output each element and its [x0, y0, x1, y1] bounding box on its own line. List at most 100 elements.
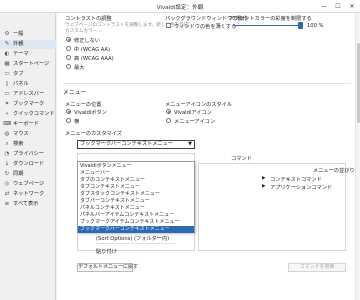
divider — [63, 83, 351, 84]
sidebar-item-quick-commands[interactable]: » クイックコマンド — [0, 110, 56, 119]
sidebar-item-label: 一般 — [13, 31, 24, 37]
dropdown-option[interactable]: タブバーコンテキストメニュー — [78, 198, 194, 205]
dim-window-checkbox[interactable] — [166, 23, 171, 28]
search-icon: ⌕ — [5, 141, 9, 147]
menu-position-horizontal-radio[interactable] — [66, 118, 71, 123]
tab-icon: ▭ — [4, 71, 10, 77]
sidebar-item-label: すべて表示 — [13, 201, 39, 207]
download-icon: ↓ — [4, 161, 10, 167]
tree-item[interactable]: アプリケーションコマンド — [270, 184, 332, 191]
sidebar-item-label: 検索 — [13, 141, 24, 147]
contrast-option-label: 高 (WCAG AAA) — [74, 56, 114, 62]
brush-icon: ✎ — [4, 41, 10, 47]
icon-style-menu-radio[interactable] — [166, 118, 171, 123]
chevron-down-icon: ▼ — [188, 141, 192, 147]
dropdown-option[interactable]: タブのコンテキストメニュー — [78, 177, 194, 184]
sidebar-item-general[interactable]: ⚙ 一般 — [0, 30, 56, 39]
sidebar-item-label: テーマ — [13, 51, 29, 57]
sidebar-item-panels[interactable]: ▯ パネル — [0, 80, 56, 89]
contrast-radio-aaa[interactable] — [66, 55, 71, 60]
sidebar-item-label: 外観 — [13, 41, 24, 47]
menu-separator — [96, 243, 176, 244]
menu-select-value: ブックマークバーコンテキストメニュー — [80, 141, 173, 147]
sidebar-item-start-page[interactable]: ▦ スタートページ — [0, 60, 56, 69]
menu-item[interactable]: 貼り付け — [96, 248, 117, 255]
contrast-description-2: カスタムカラー... — [65, 29, 102, 34]
slider-thumb[interactable] — [298, 22, 303, 29]
bookmark-icon: ✦ — [4, 101, 10, 107]
sidebar-item-bookmarks[interactable]: ✦ ブックマーク — [0, 100, 56, 109]
menu-position-label: 横 — [74, 119, 80, 125]
settings-content: コントラストの調整 ウェブページのコントラストを調整します。新しい色を作成 カス… — [57, 13, 360, 300]
address-bar-icon: ▭ — [4, 91, 10, 97]
command-tree-panel: メニューの並びり ▶ コンテキストコマンド ▶ アプリケーションコマンド — [198, 163, 355, 251]
sidebar-item-label: 同期 — [13, 171, 24, 177]
contrast-option-label: 中 (WCAG AA) — [74, 47, 111, 53]
sidebar-item-mouse[interactable]: ◍ マウス — [0, 130, 56, 139]
menu-select-dropdown: Vivaldiボタンメニュー メニューバー タブのコンテキストメニュー タブコン… — [77, 161, 195, 233]
dropdown-option[interactable]: パネルバーアイテムコンテキストメニュー — [78, 212, 194, 219]
icon-style-vivaldi-radio[interactable] — [166, 109, 171, 114]
reset-menu-button[interactable]: デフォルトメニューに戻す — [77, 263, 138, 272]
dropdown-option-selected[interactable]: ブックマークバーコンテキストメニュー — [78, 226, 194, 233]
sidebar-item-show-all[interactable]: ≡ すべて表示 — [0, 200, 56, 209]
sidebar-item-label: ブックマーク — [13, 101, 45, 107]
menu-customize-heading: メニューのカスタマイズ — [65, 131, 122, 137]
settings-sidebar: ⚙ 一般 ✎ 外観 ◐ テーマ ▦ スタートページ ▭ タブ ▯ パネル ▭ アドレスバー ✦… — [0, 13, 56, 300]
keyboard-icon: ⌨ — [3, 121, 12, 127]
contrast-option-label: 最大 — [74, 65, 85, 71]
sidebar-item-label: キーボード — [13, 121, 39, 127]
list-icon: ≡ — [4, 201, 10, 207]
tree-expand-icon[interactable]: ▶ — [262, 176, 266, 181]
accent-saturation-slider[interactable] — [233, 25, 301, 26]
contrast-radio-aa[interactable] — [66, 46, 71, 51]
sidebar-item-webpages[interactable]: ◎ ウェブページ — [0, 180, 56, 189]
sidebar-item-label: クイックコマンド — [13, 111, 55, 117]
contrast-radio-max[interactable] — [66, 64, 71, 69]
scrollbar[interactable] — [355, 13, 360, 300]
network-icon: ⇄ — [4, 191, 10, 197]
menu-icon-style-heading: メニューアイコンのスタイル — [165, 102, 232, 108]
tree-item[interactable]: コンテキストコマンド — [270, 176, 322, 183]
minimize-button[interactable]: — — [318, 2, 330, 11]
sidebar-item-appearance[interactable]: ✎ 外観 — [0, 40, 56, 49]
menu-position-heading: メニューの位置 — [65, 102, 102, 108]
dim-window-label: ウィンドウの色を薄くする — [174, 24, 237, 30]
sync-icon: ↻ — [4, 171, 10, 177]
menu-items-heading: メニューの並びり — [313, 168, 355, 174]
dropdown-option[interactable]: タブコンテキストメニュー — [78, 184, 194, 191]
dropdown-option[interactable]: パネルコンテキストメニュー — [78, 205, 194, 212]
dropdown-option[interactable]: メニューバー — [78, 170, 194, 177]
sidebar-item-search[interactable]: ⌕ 検索 — [0, 140, 56, 149]
tree-expand-icon[interactable]: ▶ — [262, 184, 266, 189]
icon-style-label: メニューアイコン — [174, 119, 216, 125]
dropdown-option[interactable]: Vivaldiボタンメニュー — [78, 163, 194, 170]
menu-item[interactable]: (Sort Options) (フォルダー内) — [96, 235, 169, 242]
quick-command-icon: » — [5, 111, 9, 117]
sidebar-item-keyboard[interactable]: ⌨ キーボード — [0, 120, 56, 129]
menu-position-vivaldi-radio[interactable] — [66, 109, 71, 114]
dropdown-option[interactable]: ブックマークアイテムコンテキストメニュー — [78, 219, 194, 226]
privacy-icon: ◔ — [4, 151, 10, 157]
command-heading: コマンド — [231, 156, 252, 162]
gear-icon: ⚙ — [4, 31, 10, 37]
menu-select[interactable]: ブックマークバーコンテキストメニュー ▼ — [77, 140, 195, 149]
sidebar-item-privacy[interactable]: ◔ プライバシー — [0, 150, 56, 159]
accent-saturation-heading: アクセントカラーの彩度を制限する — [229, 16, 312, 22]
sidebar-item-sync[interactable]: ↻ 同期 — [0, 170, 56, 179]
menu-section-heading: メニュー — [63, 90, 87, 96]
sidebar-item-tabs[interactable]: ▭ タブ — [0, 70, 56, 79]
sidebar-item-network[interactable]: ⇄ ネットワーク — [0, 190, 56, 199]
theme-icon: ◐ — [4, 51, 10, 57]
sidebar-item-address-bar[interactable]: ▭ アドレスバー — [0, 90, 56, 99]
contrast-radio-none[interactable] — [66, 37, 71, 42]
icon-style-label: Vivaldiアイコン — [174, 110, 212, 116]
close-button[interactable]: ✕ — [346, 2, 358, 11]
sidebar-item-downloads[interactable]: ↓ ダウンロード — [0, 160, 56, 169]
add-command-button[interactable]: コマンドを検索 — [288, 263, 346, 272]
maximize-button[interactable]: ☐ — [332, 2, 344, 11]
title-bar: Vivaldi設定：外観 — ☐ ✕ — [0, 0, 360, 13]
sidebar-item-label: ネットワーク — [13, 191, 45, 197]
sidebar-item-themes[interactable]: ◐ テーマ — [0, 50, 56, 59]
dropdown-option[interactable]: タブスタックコンテキストメニュー — [78, 191, 194, 198]
